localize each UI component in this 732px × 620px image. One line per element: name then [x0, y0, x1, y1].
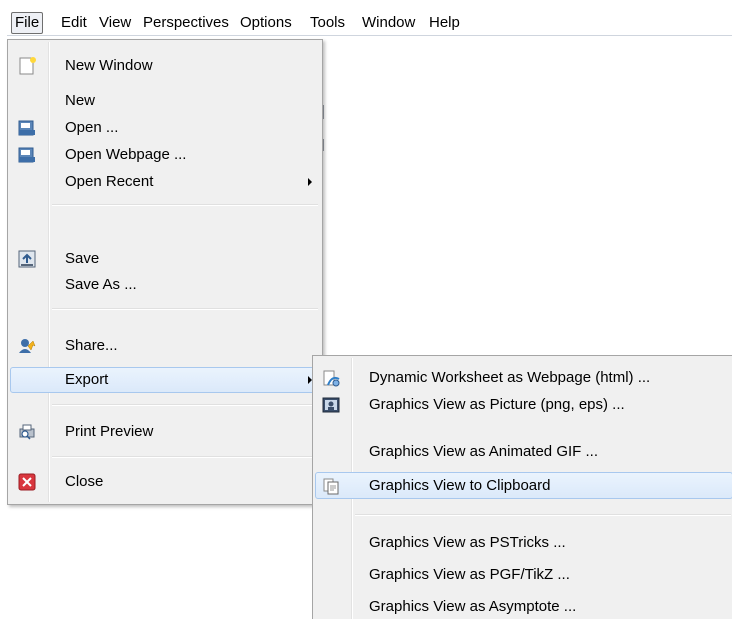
menu-item-export-worksheet-html[interactable]: Dynamic Worksheet as Webpage (html) ... — [315, 364, 732, 391]
submenu-arrow-icon — [308, 178, 312, 186]
menu-separator — [52, 405, 318, 406]
menu-item-export-animated-gif[interactable]: Graphics View as Animated GIF ... — [315, 438, 732, 465]
menu-item-export-clipboard[interactable]: Graphics View to Clipboard — [315, 472, 732, 499]
background-artifact — [323, 105, 324, 119]
menu-item-label: Dynamic Worksheet as Webpage (html) ... — [369, 369, 651, 386]
menu-item-label: Graphics View as Animated GIF ... — [369, 443, 598, 460]
menu-item-label: Open Recent — [65, 173, 154, 190]
menu-item-label: Export — [65, 371, 109, 388]
open-webpage-icon — [18, 147, 35, 163]
clipboard-icon — [323, 478, 339, 495]
menu-item-new[interactable]: New — [10, 88, 320, 114]
menu-item-label: New Window — [65, 57, 153, 74]
menu-item-new-window[interactable]: New Window — [10, 53, 320, 79]
menu-separator — [52, 457, 318, 458]
save-icon — [18, 250, 36, 268]
menu-item-export-picture[interactable]: Graphics View as Picture (png, eps) ... — [315, 391, 732, 418]
menu-item-label: Share... — [65, 337, 118, 354]
menu-view[interactable]: View — [96, 12, 134, 34]
menu-item-export-asymptote[interactable]: Graphics View as Asymptote ... — [315, 593, 732, 620]
menu-item-export-pgf-tikz[interactable]: Graphics View as PGF/TikZ ... — [315, 561, 732, 588]
menu-edit[interactable]: Edit — [58, 12, 90, 34]
share-icon — [19, 339, 36, 353]
menu-item-label: New — [65, 92, 96, 109]
menu-item-label: Graphics View as PSTricks ... — [369, 534, 566, 551]
menu-item-label: Close — [65, 473, 104, 490]
menu-item-open[interactable]: Open ... — [10, 115, 320, 141]
menu-item-label: Graphics View as Asymptote ... — [369, 598, 577, 615]
menu-item-label: Graphics View as Picture (png, eps) ... — [369, 396, 625, 413]
menu-item-print-preview[interactable]: Print Preview — [10, 419, 320, 445]
menu-item-label: Save As ... — [65, 276, 137, 293]
menu-tools[interactable]: Tools — [307, 12, 348, 34]
print-preview-icon — [19, 424, 35, 440]
new-window-icon — [19, 57, 36, 75]
menu-item-save[interactable]: Save — [10, 246, 320, 272]
menu-file[interactable]: File — [11, 12, 44, 34]
menu-perspectives[interactable]: Perspectives — [140, 12, 232, 34]
menubar-divider — [7, 35, 732, 36]
menu-item-open-webpage[interactable]: Open Webpage ... — [10, 142, 320, 168]
file-menu: New Window New Open ... Open Webpage ...… — [7, 39, 323, 505]
menu-bar: File Edit View Perspectives Options Tool… — [0, 0, 732, 38]
menu-item-label: Open ... — [65, 119, 119, 136]
export-submenu: Dynamic Worksheet as Webpage (html) ... … — [312, 355, 732, 619]
menu-help[interactable]: Help — [426, 12, 463, 34]
menu-item-save-as[interactable]: Save As ... — [10, 272, 320, 298]
background-artifact — [323, 139, 324, 151]
menu-item-label: Graphics View as PGF/TikZ ... — [369, 566, 570, 583]
menu-window[interactable]: Window — [359, 12, 418, 34]
menu-item-share[interactable]: Share... — [10, 333, 320, 359]
menu-separator — [355, 515, 731, 516]
open-folder-icon — [18, 120, 35, 136]
menu-item-label: Print Preview — [65, 423, 154, 440]
menu-item-export[interactable]: Export — [10, 367, 320, 393]
menu-item-export-pstricks[interactable]: Graphics View as PSTricks ... — [315, 529, 732, 556]
menu-item-label: Save — [65, 250, 100, 267]
close-icon — [18, 473, 36, 491]
menu-item-label: Open Webpage ... — [65, 146, 187, 163]
picture-icon — [322, 397, 340, 413]
menu-separator — [52, 205, 318, 206]
menu-item-close[interactable]: Close — [10, 469, 320, 495]
worksheet-webpage-icon — [323, 370, 340, 387]
menu-separator — [52, 309, 318, 310]
menu-item-label: Graphics View to Clipboard — [369, 477, 551, 494]
menu-item-open-recent[interactable]: Open Recent — [10, 169, 320, 195]
menu-options[interactable]: Options — [237, 12, 295, 34]
